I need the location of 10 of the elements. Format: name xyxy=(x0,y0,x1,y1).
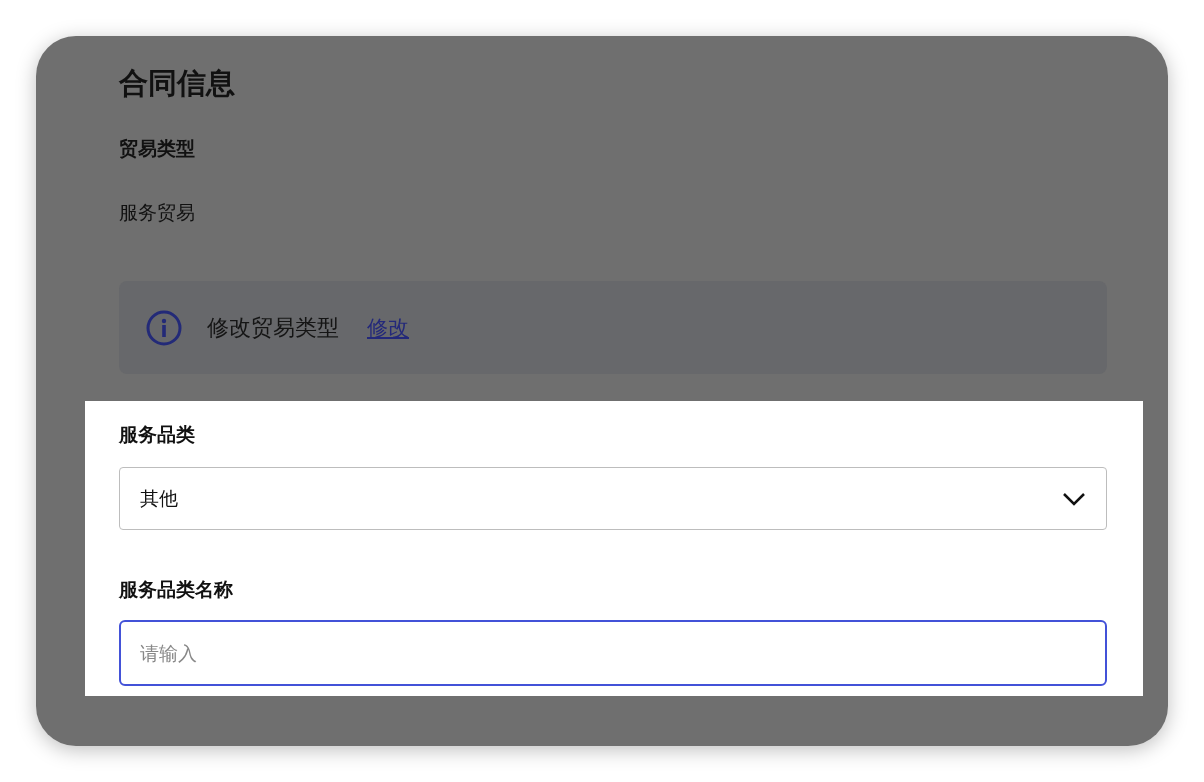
category-dropdown[interactable]: 其他 xyxy=(119,467,1107,530)
field-label: 服务品类 xyxy=(119,422,196,447)
field-label: 贸易类型 xyxy=(119,136,196,161)
field-label: 服务品类名称 xyxy=(119,577,234,602)
notice-text: 修改贸易类型 xyxy=(207,313,339,342)
input-field[interactable]: 请输入 xyxy=(119,620,1107,686)
chevron-down-icon xyxy=(1062,491,1086,506)
info-icon xyxy=(145,308,183,347)
field-value: 服务贸易 xyxy=(119,200,196,225)
section-title: 合同信息 xyxy=(119,65,236,102)
